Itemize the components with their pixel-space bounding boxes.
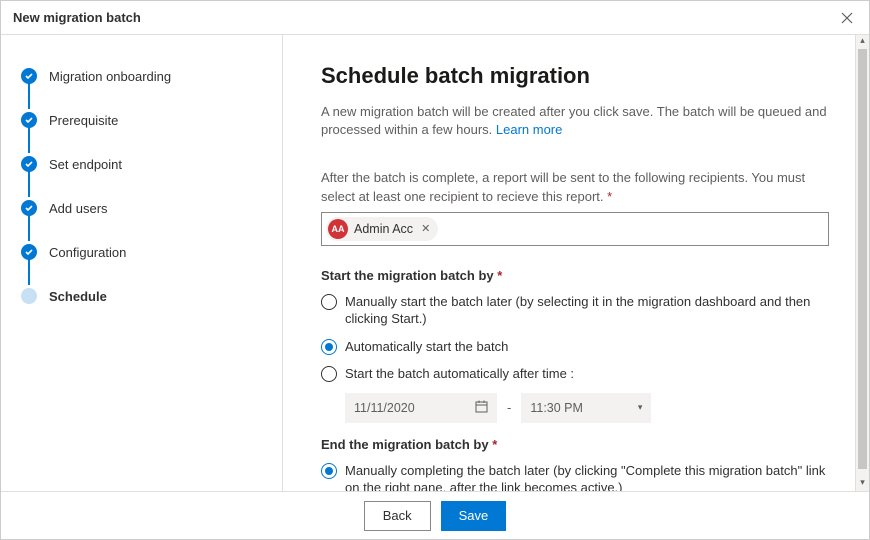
recipients-text: After the batch is complete, a report wi…: [321, 170, 805, 203]
check-icon: [21, 68, 37, 84]
start-date-input[interactable]: 11/11/2020: [345, 393, 497, 423]
recipients-input[interactable]: AA Admin Acc ✕: [321, 212, 829, 246]
step-connector: [28, 127, 30, 153]
intro-body: A new migration batch will be created af…: [321, 104, 827, 137]
check-icon: [21, 112, 37, 128]
footer: Back Save: [1, 491, 869, 539]
step-schedule[interactable]: Schedule: [21, 285, 282, 307]
end-label: End the migration batch by *: [321, 437, 829, 452]
step-label: Add users: [49, 201, 108, 216]
separator: -: [507, 400, 511, 415]
window-title: New migration batch: [13, 10, 141, 25]
step-connector: [28, 171, 30, 197]
start-option-auto[interactable]: Automatically start the batch: [321, 338, 829, 356]
radio-label: Manually completing the batch later (by …: [345, 462, 829, 491]
learn-more-link[interactable]: Learn more: [496, 122, 562, 137]
start-date-value: 11/11/2020: [354, 401, 415, 415]
radio-icon: [321, 294, 337, 310]
scrollbar[interactable]: ▴ ▾: [855, 35, 869, 491]
required-mark: *: [607, 189, 612, 204]
chevron-down-icon: ▾: [638, 402, 643, 413]
step-connector: [28, 215, 30, 241]
step-connector: [28, 83, 30, 109]
step-add-users[interactable]: Add users: [21, 197, 282, 219]
step-migration-onboarding[interactable]: Migration onboarding: [21, 65, 282, 87]
intro-text: A new migration batch will be created af…: [321, 103, 829, 139]
step-label: Set endpoint: [49, 157, 122, 172]
recipients-desc: After the batch is complete, a report wi…: [321, 169, 829, 205]
radio-label: Start the batch automatically after time…: [345, 365, 574, 383]
required-mark: *: [492, 437, 497, 452]
check-icon: [21, 156, 37, 172]
content-area: Schedule batch migration A new migration…: [283, 35, 869, 491]
remove-chip-icon[interactable]: ✕: [419, 222, 432, 235]
start-time-select[interactable]: 11:30 PM ▾: [521, 393, 651, 423]
start-label: Start the migration batch by *: [321, 268, 829, 283]
required-mark: *: [497, 268, 502, 283]
current-step-icon: [21, 288, 37, 304]
radio-label: Manually start the batch later (by selec…: [345, 293, 829, 328]
radio-icon: [321, 339, 337, 355]
calendar-icon: [475, 400, 488, 416]
close-icon[interactable]: [837, 8, 857, 28]
step-configuration[interactable]: Configuration: [21, 241, 282, 263]
step-connector: [28, 259, 30, 285]
dialog-body: Migration onboarding Prerequisite Set en…: [1, 35, 869, 491]
check-icon: [21, 200, 37, 216]
step-label: Configuration: [49, 245, 126, 260]
step-label: Schedule: [49, 289, 107, 304]
main-panel: Schedule batch migration A new migration…: [283, 35, 869, 491]
start-option-manual[interactable]: Manually start the batch later (by selec…: [321, 293, 829, 328]
dialog-frame: New migration batch Migration onboarding…: [0, 0, 870, 540]
start-option-after-time[interactable]: Start the batch automatically after time…: [321, 365, 829, 383]
check-icon: [21, 244, 37, 260]
start-label-text: Start the migration batch by: [321, 268, 494, 283]
step-set-endpoint[interactable]: Set endpoint: [21, 153, 282, 175]
scroll-up-icon[interactable]: ▴: [856, 35, 869, 49]
start-datetime-row: 11/11/2020 - 11:30 PM ▾: [345, 393, 829, 423]
wizard-steps: Migration onboarding Prerequisite Set en…: [1, 35, 283, 491]
scroll-down-icon[interactable]: ▾: [856, 477, 869, 491]
scroll-thumb[interactable]: [858, 49, 867, 469]
page-title: Schedule batch migration: [321, 63, 829, 89]
start-time-value: 11:30 PM: [530, 401, 583, 415]
step-label: Prerequisite: [49, 113, 118, 128]
chip-name: Admin Acc: [354, 222, 413, 236]
recipient-chip: AA Admin Acc ✕: [326, 217, 438, 241]
step-label: Migration onboarding: [49, 69, 171, 84]
step-prerequisite[interactable]: Prerequisite: [21, 109, 282, 131]
save-button[interactable]: Save: [441, 501, 507, 531]
radio-label: Automatically start the batch: [345, 338, 508, 356]
end-label-text: End the migration batch by: [321, 437, 489, 452]
radio-icon: [321, 463, 337, 479]
back-button[interactable]: Back: [364, 501, 431, 531]
title-bar: New migration batch: [1, 1, 869, 35]
end-option-manual[interactable]: Manually completing the batch later (by …: [321, 462, 829, 491]
avatar: AA: [328, 219, 348, 239]
radio-icon: [321, 366, 337, 382]
